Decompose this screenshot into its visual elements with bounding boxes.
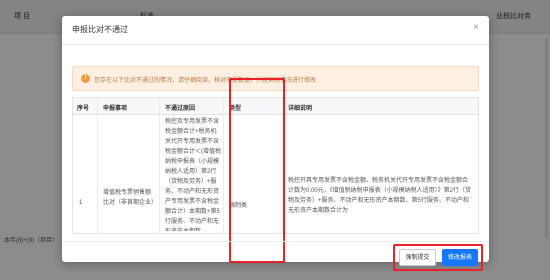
force-submit-button[interactable]: 强制提交 xyxy=(399,249,436,266)
modify-report-button[interactable]: 修改报表 xyxy=(442,249,478,266)
th-item: 申报事项 xyxy=(103,106,128,112)
divider xyxy=(62,44,489,45)
column-divider xyxy=(223,98,224,233)
close-icon[interactable]: × xyxy=(473,23,479,33)
th-reason: 不通过原因 xyxy=(165,106,196,112)
footer-divider xyxy=(62,241,489,242)
cell-reason: 税控及专用发票不含税金额合计+税务机关代开专用发票不含税金额合计＜(增值税纳税申… xyxy=(165,119,221,231)
column-divider xyxy=(97,98,98,233)
cell-detail: 税控开具专用发票不含税金额、税务机关代开专用发票不含税金额合计数为0.00元，《… xyxy=(288,178,472,214)
th-detail: 详细说明 xyxy=(288,106,313,112)
th-seq: 序号 xyxy=(77,106,90,112)
compare-failed-dialog: 申报比对不通过 × ! 您存在以下比对不通过的情况，请仔细阅读，核对申报数据，并… xyxy=(62,16,489,271)
cell-item: 增值税专票销售额比对（非首期企业） xyxy=(103,190,158,206)
cell-seq: 1 xyxy=(79,200,83,206)
warning-icon: ! xyxy=(81,74,90,83)
dialog-title: 申报比对不通过 xyxy=(72,25,128,34)
column-divider xyxy=(159,98,160,233)
type-column-highlight xyxy=(229,78,285,263)
